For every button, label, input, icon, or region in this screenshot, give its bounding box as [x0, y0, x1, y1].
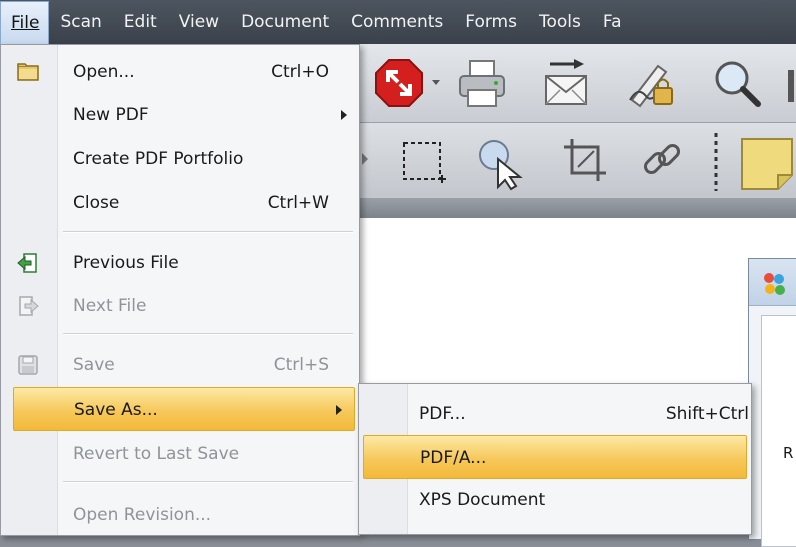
main-toolbar [360, 44, 796, 123]
previous-file-icon [17, 253, 37, 273]
menu-edit[interactable]: Edit [113, 0, 168, 44]
menu-scan[interactable]: Scan [49, 0, 112, 44]
zoom-select-icon[interactable] [474, 135, 528, 191]
save-disk-icon [18, 355, 38, 375]
menu-separator [63, 333, 353, 335]
menu-item-previous-file[interactable]: Previous File [1, 241, 359, 285]
secondary-toolbar [360, 123, 796, 199]
menu-item-open-revision[interactable]: Open Revision... [1, 493, 359, 537]
next-file-icon [19, 296, 39, 316]
dialog-content [761, 315, 796, 547]
chevron-right-icon[interactable] [360, 151, 370, 167]
background-dialog: R [748, 258, 796, 547]
menu-item-save-as[interactable]: Save As... [13, 387, 355, 431]
menu-document[interactable]: Document [230, 0, 340, 44]
submenu-arrow-icon [341, 110, 347, 120]
app-logo-icon [764, 273, 785, 295]
crop-icon[interactable] [560, 135, 610, 189]
secure-sign-icon[interactable] [624, 56, 678, 112]
menu-item-close[interactable]: Close Ctrl+W [1, 181, 359, 225]
save-as-submenu: PDF... Shift+Ctrl PDF/A... XPS Document [358, 383, 752, 535]
toolbar-strip [360, 198, 796, 218]
menu-item-save[interactable]: Save Ctrl+S [1, 343, 359, 387]
dialog-text: R [783, 444, 794, 462]
file-menu: Open... Ctrl+O New PDF Create PDF Portfo… [0, 44, 360, 536]
menu-item-save-as-xps[interactable]: XPS Document [359, 478, 751, 522]
overflow-icon[interactable] [786, 66, 796, 106]
email-icon[interactable] [540, 56, 592, 110]
menu-bar: File Scan Edit View Document Comments Fo… [0, 0, 796, 44]
submenu-arrow-icon [336, 405, 342, 415]
toolbar-grip-icon [714, 133, 718, 191]
search-icon[interactable] [710, 56, 764, 112]
link-icon[interactable] [638, 135, 688, 189]
menu-item-open[interactable]: Open... Ctrl+O [1, 50, 359, 94]
menu-forms[interactable]: Forms [454, 0, 528, 44]
menu-view[interactable]: View [168, 0, 230, 44]
printer-icon[interactable] [456, 58, 508, 110]
dropdown-arrow-icon[interactable] [430, 78, 442, 88]
sticky-note-icon[interactable] [738, 135, 796, 191]
menu-favorites[interactable]: Fa [592, 0, 633, 44]
menu-separator [63, 231, 353, 233]
folder-icon [17, 63, 39, 81]
marquee-select-icon[interactable] [400, 139, 450, 189]
stop-icon[interactable] [374, 58, 424, 108]
dialog-titlebar[interactable] [749, 259, 796, 306]
menu-comments[interactable]: Comments [340, 0, 454, 44]
menu-item-revert[interactable]: Revert to Last Save [1, 432, 359, 476]
menu-separator [63, 481, 353, 483]
menu-item-save-as-pdfa[interactable]: PDF/A... [363, 435, 747, 479]
menu-tools[interactable]: Tools [528, 0, 592, 44]
menu-item-new-pdf[interactable]: New PDF [1, 93, 359, 137]
menu-file[interactable]: File [0, 0, 50, 44]
menu-item-save-as-pdf[interactable]: PDF... Shift+Ctrl [359, 392, 751, 436]
menu-item-create-portfolio[interactable]: Create PDF Portfolio [1, 137, 359, 181]
menu-item-next-file[interactable]: Next File [1, 284, 359, 328]
